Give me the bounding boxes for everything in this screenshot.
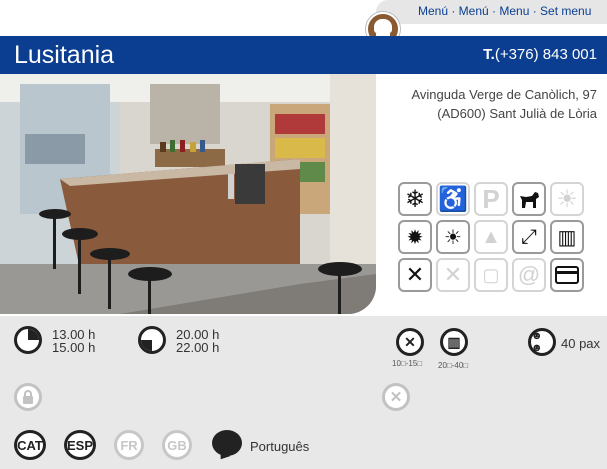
wine-bucket-icon: ▢: [474, 258, 508, 292]
language-fr: FR: [114, 430, 144, 460]
gluten-free-icon: ✕: [436, 258, 470, 292]
lunch-hours: 13.00 h 15.00 h: [52, 328, 95, 354]
terrace-sun-icon: ☀: [550, 182, 584, 216]
carte-price: 20□-40□: [438, 361, 469, 370]
address-line1: Avinguda Verge de Canòlich, 97: [411, 87, 597, 102]
language-gb: GB: [162, 430, 192, 460]
sunny-terrace-icon: ☀: [436, 220, 470, 254]
speech-bubble-icon: [212, 430, 244, 464]
lock-icon: [14, 383, 42, 411]
language-esp: ESP: [64, 430, 96, 460]
lunch-clock-icon: [14, 326, 42, 354]
internet-icon: @: [512, 258, 546, 292]
phone-prefix: T.: [483, 46, 495, 63]
language-cat: CAT: [14, 430, 46, 460]
parking-icon: P: [474, 182, 508, 216]
address: Avinguda Verge de Canòlich, 97 (AD600) S…: [357, 85, 597, 123]
capacity-icon: ☻☻: [528, 328, 556, 356]
menu-bar-label[interactable]: Menú · Menú · Menu · Set menu: [418, 4, 591, 18]
mountain-view-icon: ▲: [474, 220, 508, 254]
dinner-close: 22.00 h: [176, 340, 220, 355]
fullscreen-view-icon: ⤢: [512, 220, 546, 254]
capacity: 40 pax: [561, 336, 601, 351]
air-conditioning-icon: ❄: [398, 182, 432, 216]
phone-value: (+376) 843 001: [494, 46, 597, 63]
carte-price-icon: ▥: [440, 328, 468, 356]
phone-number: T.(+376) 843 001: [483, 46, 597, 63]
other-language: Português: [250, 439, 310, 454]
menu-bar[interactable]: Menú · Menú · Menu · Set menu: [376, 0, 607, 24]
menu-price: 10□-15□: [392, 359, 423, 368]
menu-price-icon: ✕: [396, 328, 424, 356]
lunch-close: 15.00 h: [52, 340, 96, 355]
close-icon[interactable]: ✕: [382, 383, 410, 411]
address-line2: (AD600) Sant Julià de Lòria: [437, 106, 597, 121]
book-menu-icon: ▥: [550, 220, 584, 254]
pets-allowed-icon: [512, 182, 546, 216]
dinner-hours: 20.00 h 22.00 h: [176, 328, 219, 354]
wheelchair-access-icon: ♿: [436, 182, 470, 216]
cutlery-icon: ✕: [398, 258, 432, 292]
dinner-clock-icon: [138, 326, 166, 354]
restaurant-photo: [0, 74, 376, 314]
credit-card-icon: [550, 258, 584, 292]
restaurant-name: Lusitania: [14, 41, 115, 69]
heating-icon: ✹: [398, 220, 432, 254]
